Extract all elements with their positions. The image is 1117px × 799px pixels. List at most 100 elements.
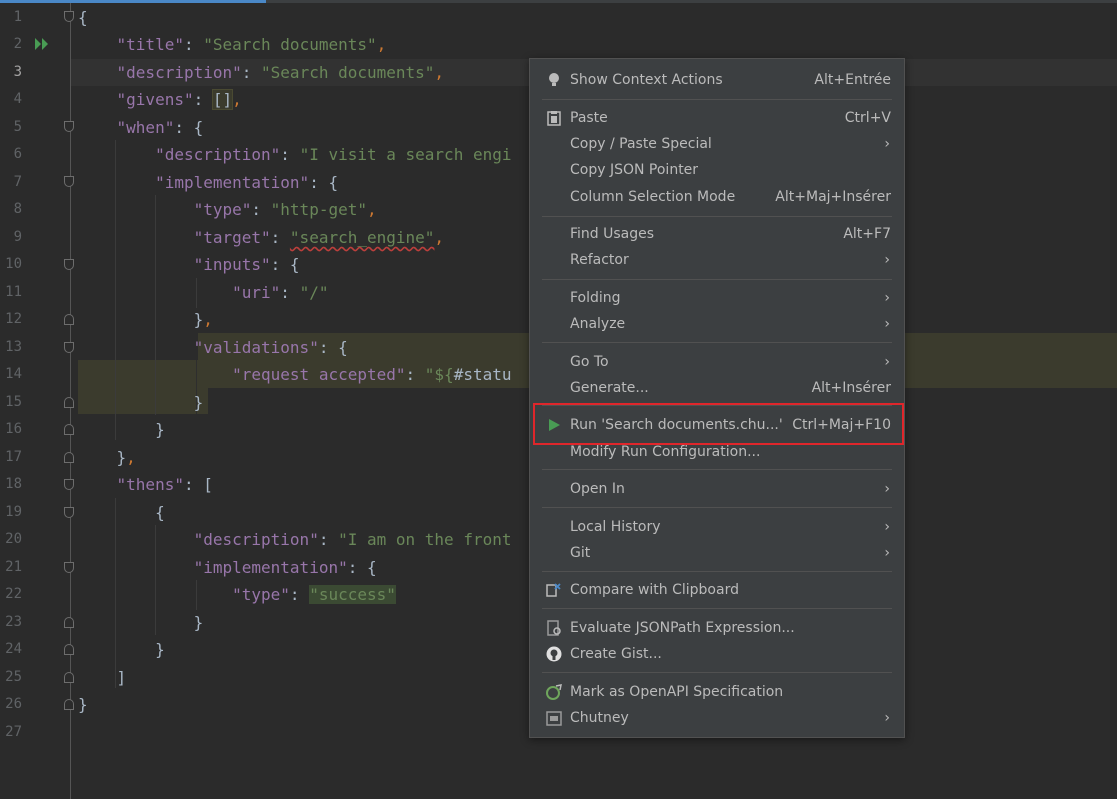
fold-marker-icon[interactable]: [64, 672, 74, 683]
line-number: 9: [13, 229, 22, 245]
line-number: 24: [5, 641, 22, 657]
line-number: 11: [5, 284, 22, 300]
line-number: 2: [13, 36, 22, 52]
chevron-right-icon: ›: [884, 710, 890, 726]
line-number: 18: [5, 476, 22, 492]
code-line: }: [78, 695, 88, 714]
run-gutter-icon[interactable]: [34, 37, 50, 51]
code-line: }: [155, 420, 165, 439]
code-line: "description": "Search documents",: [116, 63, 445, 82]
menu-item-refactor[interactable]: Refactor ›: [530, 247, 904, 273]
active-tab-indicator: [0, 0, 266, 3]
menu-separator: [542, 469, 892, 470]
line-number: 13: [5, 339, 22, 355]
menu-item-show-context-actions[interactable]: Show Context Actions Alt+Entrée: [530, 67, 904, 93]
highlight-box-run-item: [533, 403, 904, 445]
line-number: 7: [13, 174, 22, 190]
chevron-right-icon: ›: [884, 252, 890, 268]
code-line: }: [193, 393, 204, 412]
code-line: }: [193, 613, 204, 632]
code-line: "thens": [: [116, 475, 213, 494]
chutney-icon: [546, 711, 562, 726]
menu-item-copy-json-pointer[interactable]: Copy JSON Pointer: [530, 157, 904, 183]
menu-separator: [542, 672, 892, 673]
menu-separator: [542, 342, 892, 343]
menu-item-folding[interactable]: Folding ›: [530, 285, 904, 311]
fold-marker-icon[interactable]: [64, 259, 74, 270]
line-number: 14: [5, 366, 22, 382]
menu-item-analyze[interactable]: Analyze ›: [530, 311, 904, 337]
fold-marker-icon[interactable]: [64, 562, 74, 573]
chevron-right-icon: ›: [884, 136, 890, 152]
code-line: {: [155, 503, 165, 522]
menu-item-local-history[interactable]: Local History ›: [530, 514, 904, 540]
github-icon: [546, 646, 562, 662]
line-number: 16: [5, 421, 22, 437]
code-line: "request accepted": "${#statu: [232, 365, 512, 384]
line-number: 17: [5, 449, 22, 465]
menu-item-git[interactable]: Git ›: [530, 540, 904, 566]
code-line: "when": {: [116, 118, 204, 137]
fold-marker-icon[interactable]: [64, 314, 74, 325]
code-line: "title": "Search documents",: [116, 35, 387, 54]
code-line: "description": "I visit a search engi: [155, 145, 512, 164]
menu-separator: [542, 608, 892, 609]
line-number: 26: [5, 696, 22, 712]
code-line: "target": "search_engine",: [193, 228, 445, 247]
menu-item-column-selection-mode[interactable]: Column Selection Mode Alt+Maj+Insérer: [530, 184, 904, 210]
menu-item-paste[interactable]: Paste Ctrl+V: [530, 105, 904, 131]
fold-marker-icon[interactable]: [64, 121, 74, 132]
menu-item-chutney[interactable]: Chutney ›: [530, 705, 904, 731]
menu-item-go-to[interactable]: Go To ›: [530, 349, 904, 375]
line-number: 6: [13, 146, 22, 162]
editor-tab-strip: [0, 0, 1117, 3]
menu-separator: [542, 99, 892, 100]
fold-marker-icon[interactable]: [64, 507, 74, 518]
line-number: 3: [13, 64, 22, 80]
code-line: },: [193, 310, 213, 329]
code-line: "implementation": {: [193, 558, 377, 577]
fold-marker-icon[interactable]: [64, 479, 74, 490]
fold-marker-icon[interactable]: [64, 452, 74, 463]
fold-marker-icon[interactable]: [64, 11, 74, 22]
code-line: }: [155, 640, 165, 659]
code-line: "inputs": {: [193, 255, 300, 274]
code-line: "implementation": {: [155, 173, 339, 192]
menu-separator: [542, 216, 892, 217]
fold-marker-icon[interactable]: [64, 176, 74, 187]
menu-item-open-in[interactable]: Open In ›: [530, 476, 904, 502]
fold-marker-icon[interactable]: [64, 397, 74, 408]
menu-item-evaluate-jsonpath[interactable]: Evaluate JSONPath Expression...: [530, 615, 904, 641]
bulb-icon: [549, 73, 559, 86]
fold-marker-icon[interactable]: [64, 342, 74, 353]
code-line: {: [78, 8, 88, 27]
line-number: 1: [13, 9, 22, 25]
chevron-right-icon: ›: [884, 545, 890, 561]
menu-item-find-usages[interactable]: Find Usages Alt+F7: [530, 221, 904, 247]
menu-item-mark-openapi[interactable]: Mark as OpenAPI Specification: [530, 679, 904, 705]
code-line: "type": "http-get",: [193, 200, 377, 219]
menu-separator: [542, 571, 892, 572]
menu-item-generate[interactable]: Generate... Alt+Insérer: [530, 375, 904, 401]
code-line: },: [116, 448, 136, 467]
line-number: 5: [13, 119, 22, 135]
fold-marker-icon[interactable]: [64, 699, 74, 710]
code-line: "description": "I am on the front: [193, 530, 512, 549]
jsonpath-icon: [547, 620, 561, 636]
code-line: "type": "success": [232, 585, 396, 604]
menu-item-compare-with-clipboard[interactable]: Compare with Clipboard: [530, 577, 904, 603]
line-number: 10: [5, 256, 22, 272]
menu-separator: [542, 279, 892, 280]
fold-marker-icon[interactable]: [64, 617, 74, 628]
line-number: 20: [5, 531, 22, 547]
fold-marker-icon[interactable]: [64, 644, 74, 655]
line-number: 25: [5, 669, 22, 685]
fold-marker-icon[interactable]: [64, 424, 74, 435]
menu-item-copy-paste-special[interactable]: Copy / Paste Special ›: [530, 131, 904, 157]
code-line: "uri": "/": [232, 283, 329, 302]
chevron-right-icon: ›: [884, 290, 890, 306]
line-number: 21: [5, 559, 22, 575]
line-number: 4: [13, 91, 22, 107]
menu-item-create-gist[interactable]: Create Gist...: [530, 641, 904, 667]
line-number: 15: [5, 394, 22, 410]
